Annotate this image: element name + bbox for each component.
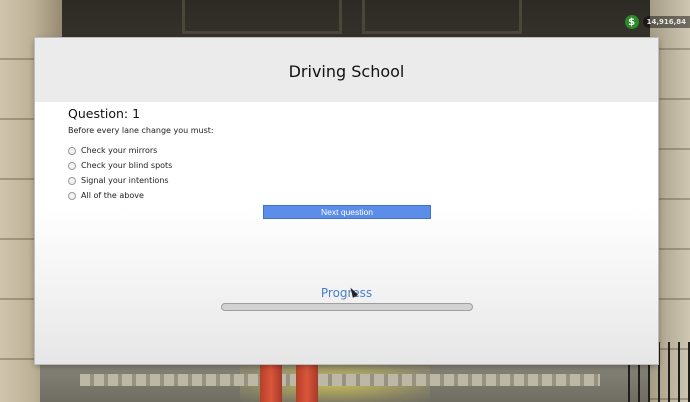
answer-option-3[interactable]: Signal your intentions (68, 173, 214, 188)
progress-bar (221, 303, 473, 311)
answer-label: All of the above (81, 191, 144, 200)
next-question-button[interactable]: Next question (263, 205, 431, 219)
money-amount: 14,916,84 (642, 16, 690, 28)
radio-button[interactable] (68, 146, 76, 155)
progress-label: Progress (320, 286, 373, 300)
radio-button[interactable] (68, 161, 76, 170)
driving-school-dialog: Driving School Question: 1 Before every … (35, 38, 658, 364)
player-character (258, 362, 322, 402)
dialog-header: Driving School (35, 38, 658, 102)
answer-label: Check your blind spots (81, 161, 173, 170)
answer-option-2[interactable]: Check your blind spots (68, 158, 214, 173)
answer-options: Check your mirrors Check your blind spot… (68, 143, 214, 203)
answer-option-1[interactable]: Check your mirrors (68, 143, 214, 158)
question-text: Before every lane change you must: (68, 126, 214, 135)
question-block: Question: 1 Before every lane change you… (68, 106, 214, 203)
money-hud: $ 14,916,84 (624, 14, 690, 30)
dollar-icon: $ (624, 15, 639, 29)
radio-button[interactable] (68, 191, 76, 200)
ground-tiles (80, 374, 600, 386)
radio-button[interactable] (68, 176, 76, 185)
door-panel (362, 0, 522, 34)
answer-label: Signal your intentions (81, 176, 169, 185)
door-panel (182, 0, 342, 34)
question-number: Question: 1 (68, 106, 141, 121)
player-leg (260, 362, 282, 402)
dialog-title: Driving School (288, 61, 405, 81)
answer-option-4[interactable]: All of the above (68, 188, 214, 203)
player-leg (296, 362, 318, 402)
answer-label: Check your mirrors (81, 146, 158, 155)
